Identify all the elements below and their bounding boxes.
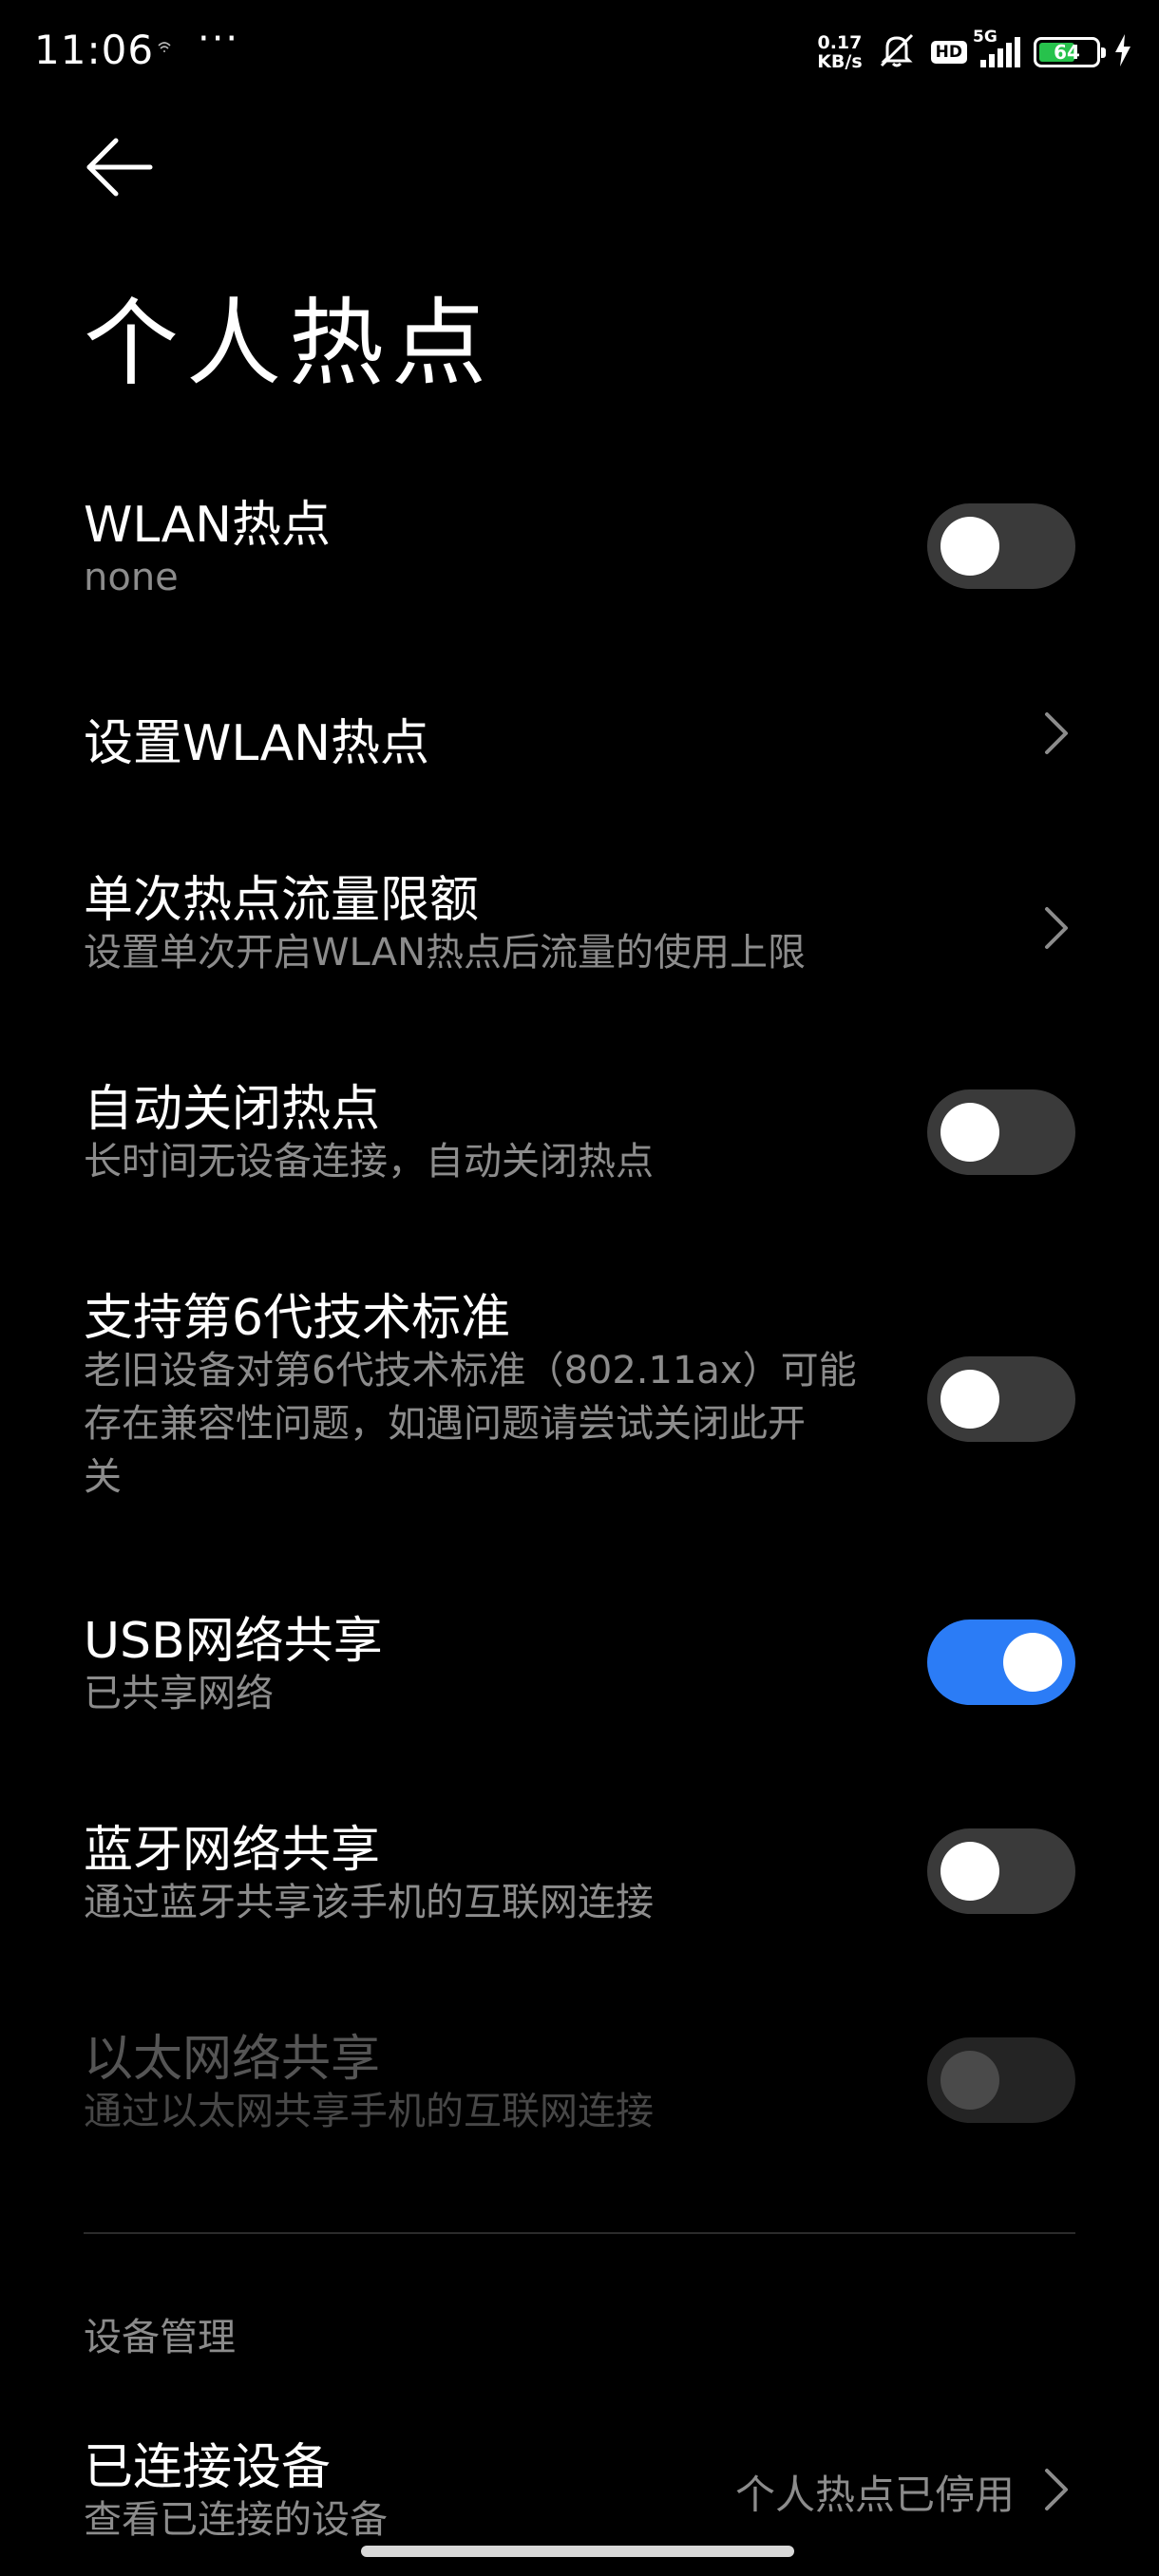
data-limit-row[interactable]: 单次热点流量限额 设置单次开启WLAN热点后流量的使用上限 <box>84 860 1075 993</box>
auto-off-toggle[interactable] <box>927 1089 1075 1175</box>
wifi6-subtitle-line-1: 老旧设备对第6代技术标准（802.11ax）可能 <box>84 1349 857 1392</box>
signal-icon: 5G <box>973 28 1020 67</box>
ethernet-tethering-row: 以太网络共享 通过以太网共享手机的互联网连接 <box>84 2018 1075 2151</box>
setup-wlan-hotspot-title: 设置WLAN热点 <box>84 715 430 772</box>
wlan-hotspot-subtitle: none <box>84 556 179 599</box>
toggle-knob <box>940 1370 999 1429</box>
wifi6-toggle[interactable] <box>927 1356 1075 1442</box>
network-type: 5G <box>973 28 998 47</box>
hotspot-status-value: 个人热点已停用 <box>734 2472 1015 2518</box>
page-title: 个人热点 <box>84 288 494 399</box>
ethernet-tethering-title: 以太网络共享 <box>84 2031 381 2088</box>
wifi6-title: 支持第6代技术标准 <box>84 1290 511 1347</box>
chevron-right-icon <box>1037 901 1075 955</box>
setup-wlan-hotspot-row[interactable]: 设置WLAN热点 <box>84 693 1075 779</box>
connected-devices-subtitle: 查看已连接的设备 <box>84 2498 388 2542</box>
bluetooth-tethering-toggle[interactable] <box>927 1828 1075 1914</box>
wifi6-row[interactable]: 支持第6代技术标准 老旧设备对第6代技术标准（802.11ax）可能 存在兼容性… <box>84 1278 1075 1515</box>
bluetooth-tethering-subtitle: 通过蓝牙共享该手机的互联网连接 <box>84 1881 654 1924</box>
auto-off-row[interactable]: 自动关闭热点 长时间无设备连接，自动关闭热点 <box>84 1069 1075 1202</box>
toggle-knob <box>1003 1633 1062 1692</box>
hotspot-settings-screen: 11:06 ··· 0.17 KB/s HD 5G 64 个人热点 WLAN热点… <box>0 0 1159 2576</box>
more-dots-icon: ··· <box>198 17 240 61</box>
wifi6-subtitle-line-2: 存在兼容性问题，如遇问题请尝试关闭此开 <box>84 1402 806 1446</box>
wifi-small-icon <box>157 34 172 61</box>
status-bar: 11:06 ··· 0.17 KB/s HD 5G 64 <box>0 0 1159 104</box>
device-management-header: 设备管理 <box>84 2316 236 2359</box>
back-button[interactable] <box>80 133 156 209</box>
wlan-hotspot-title: WLAN热点 <box>84 497 332 554</box>
usb-tethering-toggle[interactable] <box>927 1619 1075 1705</box>
wlan-hotspot-toggle[interactable] <box>927 503 1075 589</box>
home-indicator[interactable] <box>361 2546 794 2557</box>
charging-bolt-icon <box>1113 34 1132 70</box>
network-speed: 0.17 KB/s <box>817 33 862 71</box>
data-limit-title: 单次热点流量限额 <box>84 872 480 929</box>
data-limit-subtitle: 设置单次开启WLAN热点后流量的使用上限 <box>84 931 807 975</box>
bluetooth-tethering-row[interactable]: 蓝牙网络共享 通过蓝牙共享该手机的互联网连接 <box>84 1809 1075 1942</box>
bluetooth-tethering-title: 蓝牙网络共享 <box>84 1822 381 1879</box>
network-speed-unit: KB/s <box>817 51 863 72</box>
muted-bell-icon <box>876 31 918 73</box>
wifi6-subtitle-line-3: 关 <box>84 1455 122 1499</box>
status-icons: 0.17 KB/s HD 5G 64 <box>817 28 1132 76</box>
toggle-knob <box>940 1842 999 1901</box>
chevron-right-icon <box>1037 2463 1075 2516</box>
toggle-knob <box>940 1103 999 1162</box>
chevron-right-icon <box>1037 707 1075 760</box>
battery-level: 64 <box>1054 41 1080 64</box>
usb-tethering-subtitle: 已共享网络 <box>84 1672 274 1715</box>
network-speed-value: 0.17 <box>817 32 863 53</box>
connected-devices-row[interactable]: 已连接设备 查看已连接的设备 个人热点已停用 <box>84 2427 1075 2560</box>
wlan-hotspot-row[interactable]: WLAN热点 none <box>84 484 1075 608</box>
usb-tethering-row[interactable]: USB网络共享 已共享网络 <box>84 1601 1075 1733</box>
connected-devices-title: 已连接设备 <box>84 2439 332 2496</box>
toggle-knob <box>940 2051 999 2110</box>
auto-off-subtitle: 长时间无设备连接，自动关闭热点 <box>84 1140 654 1184</box>
arrow-left-icon <box>86 138 153 197</box>
usb-tethering-title: USB网络共享 <box>84 1613 383 1670</box>
toggle-knob <box>940 517 999 576</box>
section-divider <box>84 2232 1075 2234</box>
auto-off-title: 自动关闭热点 <box>84 1081 381 1138</box>
battery-icon: 64 <box>1034 37 1106 67</box>
ethernet-tethering-subtitle: 通过以太网共享手机的互联网连接 <box>84 2090 654 2133</box>
status-time: 11:06 <box>34 27 155 73</box>
hd-icon: HD <box>930 41 967 64</box>
ethernet-tethering-toggle <box>927 2037 1075 2123</box>
